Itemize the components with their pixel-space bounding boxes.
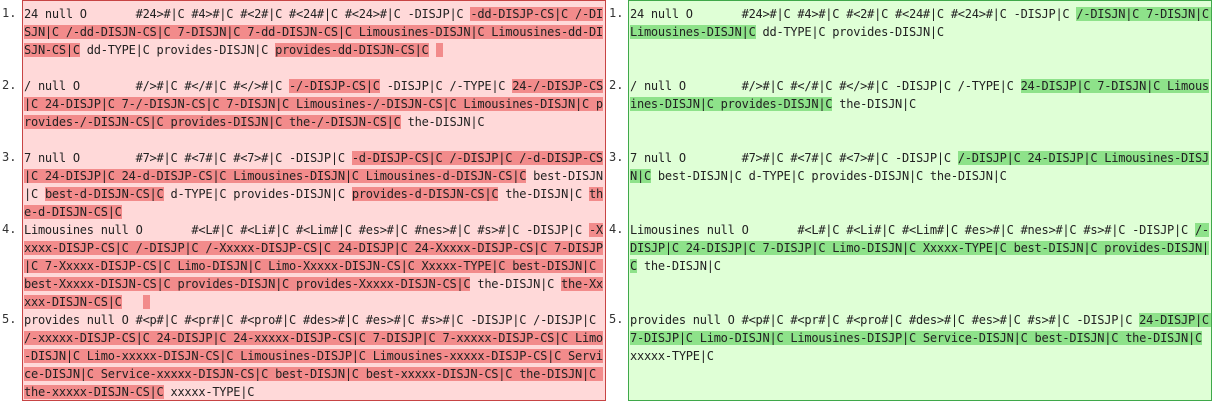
context-text: best-DISJN|C d-TYPE|C provides-DISJN|C t… — [650, 169, 1007, 183]
context-text: 7 null O #7>#|C #<7#|C #<7>#|C -DISJP|C — [630, 151, 958, 165]
left-row-5[interactable]: provides null O #<p#|C #<pr#|C #<pro#|C … — [23, 311, 605, 400]
context-text: d-TYPE|C provides-DISJN|C — [163, 187, 352, 201]
context-text: 7 null O #7>#|C #<7#|C #<7>#|C -DISJP|C — [24, 151, 352, 165]
context-text: 24 null O #24>#|C #4>#|C #<2#|C #<24#|C … — [630, 7, 1077, 21]
removed-token — [142, 295, 150, 309]
context-text: the-DISJN|C — [636, 259, 721, 273]
left-line-number-4: 4. — [2, 222, 17, 236]
context-text: 24 null O #24>#|C #4>#|C #<2#|C #<24#|C … — [24, 7, 471, 21]
right-row-1[interactable]: 24 null O #24>#|C #4>#|C #<2#|C #<24#|C … — [629, 5, 1211, 41]
left-row-4[interactable]: Limousines null O #<L#|C #<Li#|C #<Lim#|… — [23, 221, 605, 311]
removed-token: best-d-DISJN-CS|C — [44, 187, 164, 201]
context-text: the-DISJN|C — [498, 187, 589, 201]
context-text: provides null O #<p#|C #<pr#|C #<pro#|C … — [24, 313, 603, 327]
left-row-1[interactable]: 24 null O #24>#|C #4>#|C #<2#|C #<24#|C … — [23, 5, 605, 59]
context-text: the-DISJN|C — [470, 277, 562, 291]
context-text — [429, 43, 436, 57]
removed-token: /-xxxxx-DISJP-CS|C 24-DISJP|C 24-xxxxx-D… — [24, 331, 603, 399]
context-text: / null O #/>#|C #</#|C #</>#|C — [24, 79, 290, 93]
left-line-number-5: 5. — [2, 312, 17, 326]
right-line-number-5: 5. — [609, 312, 624, 326]
removed-token — [435, 43, 443, 57]
left-line-number-1: 1. — [2, 6, 17, 20]
right-line-number-1: 1. — [609, 6, 624, 20]
left-line-number-2: 2. — [2, 78, 17, 92]
context-text — [122, 295, 143, 309]
removed-token: provides-d-DISJN-CS|C — [351, 187, 499, 201]
context-text: provides null O #<p#|C #<pr#|C #<pro#|C … — [630, 313, 1140, 327]
left-diff-pane: 24 null O #24>#|C #4>#|C #<2#|C #<24#|C … — [22, 0, 606, 401]
context-text: dd-TYPE|C provides-DISJN|C — [755, 25, 945, 39]
right-line-number-2: 2. — [609, 78, 624, 92]
context-text: dd-TYPE|C provides-DISJN|C — [79, 43, 276, 57]
context-text: -DISJP|C /-TYPE|C — [379, 79, 513, 93]
right-line-number-3: 3. — [609, 150, 624, 164]
removed-token: -/-DISJP-CS|C — [289, 79, 380, 93]
right-line-number-4: 4. — [609, 222, 624, 236]
context-text: Limousines null O #<L#|C #<Li#|C #<Lim#|… — [630, 223, 1195, 237]
left-row-3[interactable]: 7 null O #7>#|C #<7#|C #<7>#|C -DISJP|C … — [23, 149, 605, 221]
removed-token: provides-dd-DISJN-CS|C — [275, 43, 429, 57]
context-text: xxxxx-TYPE|C — [163, 385, 255, 399]
context-text: the-DISJN|C — [832, 97, 916, 111]
right-row-5[interactable]: provides null O #<p#|C #<pr#|C #<pro#|C … — [629, 311, 1211, 365]
right-diff-pane: 24 null O #24>#|C #4>#|C #<2#|C #<24#|C … — [628, 0, 1212, 401]
right-row-2[interactable]: / null O #/>#|C #</#|C #</>#|C -DISJP|C … — [629, 77, 1211, 113]
context-text: / null O #/>#|C #</#|C #</>#|C -DISJP|C … — [630, 79, 1021, 93]
right-row-4[interactable]: Limousines null O #<L#|C #<Li#|C #<Lim#|… — [629, 221, 1211, 275]
right-row-3[interactable]: 7 null O #7>#|C #<7#|C #<7>#|C -DISJP|C … — [629, 149, 1211, 185]
context-text: the-DISJN|C — [400, 115, 485, 129]
left-line-number-3: 3. — [2, 150, 17, 164]
context-text: Limousines null O #<L#|C #<Li#|C #<Lim#|… — [24, 223, 589, 237]
left-row-2[interactable]: / null O #/>#|C #</#|C #</>#|C -/-DISJP-… — [23, 77, 605, 131]
